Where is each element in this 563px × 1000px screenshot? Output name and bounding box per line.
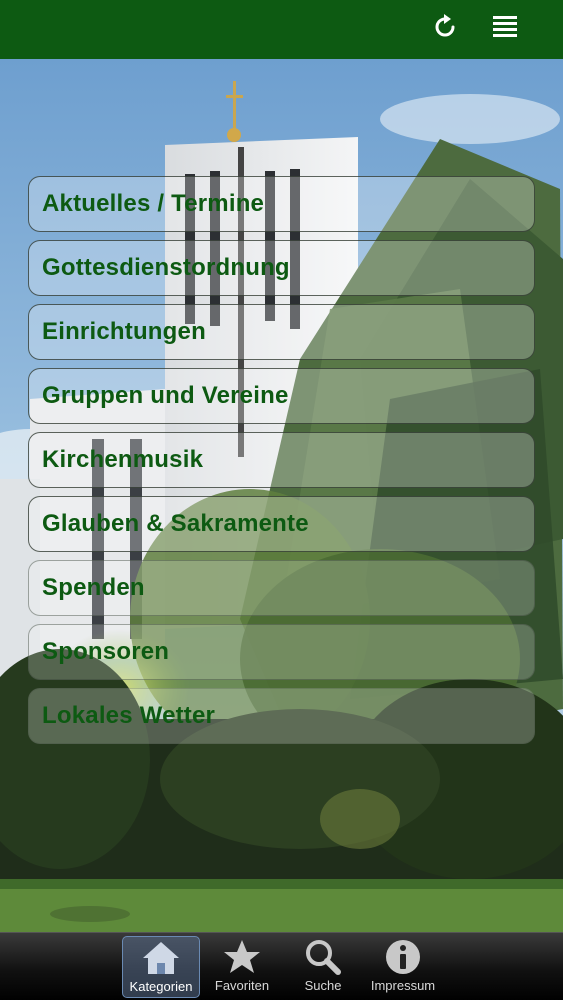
hamburger-menu-icon — [491, 14, 519, 45]
menu-item-glauben-sakramente[interactable]: Glauben & Sakramente — [28, 496, 535, 552]
menu-item-gruppen-und-vereine[interactable]: Gruppen und Vereine — [28, 368, 535, 424]
home-icon — [141, 937, 181, 979]
menu-item-label: Spenden — [42, 574, 145, 601]
tab-label: Impressum — [370, 978, 436, 993]
app-screen: Aktuelles / Termine Gottesdienstordnung … — [0, 0, 563, 1000]
bottom-tab-bar: Kategorien Favoriten Suche Impressum — [0, 932, 563, 1000]
menu-item-label: Lokales Wetter — [42, 702, 216, 729]
refresh-button[interactable] — [421, 0, 469, 59]
menu-item-einrichtungen[interactable]: Einrichtungen — [28, 304, 535, 360]
tab-impressum[interactable]: Impressum — [364, 936, 442, 998]
info-icon — [383, 936, 423, 978]
menu-item-label: Glauben & Sakramente — [42, 510, 309, 537]
menu-item-label: Einrichtungen — [42, 318, 206, 345]
tab-kategorien[interactable]: Kategorien — [122, 936, 200, 998]
star-icon — [222, 936, 262, 978]
category-menu-list: Aktuelles / Termine Gottesdienstordnung … — [28, 176, 535, 752]
refresh-icon — [431, 13, 459, 46]
menu-item-label: Aktuelles / Termine — [42, 190, 265, 217]
menu-item-label: Gottesdienstordnung — [42, 254, 290, 281]
tab-label: Kategorien — [129, 979, 193, 994]
tab-suche[interactable]: Suche — [284, 936, 362, 998]
menu-item-aktuelles-termine[interactable]: Aktuelles / Termine — [28, 176, 535, 232]
menu-item-label: Gruppen und Vereine — [42, 382, 289, 409]
menu-item-label: Sponsoren — [42, 638, 170, 665]
menu-item-gottesdienstordnung[interactable]: Gottesdienstordnung — [28, 240, 535, 296]
menu-item-label: Kirchenmusik — [42, 446, 204, 473]
tab-favoriten[interactable]: Favoriten — [203, 936, 281, 998]
menu-item-sponsoren[interactable]: Sponsoren — [28, 624, 535, 680]
menu-item-lokales-wetter[interactable]: Lokales Wetter — [28, 688, 535, 744]
search-icon — [303, 936, 343, 978]
tab-label: Favoriten — [214, 978, 270, 993]
menu-item-kirchenmusik[interactable]: Kirchenmusik — [28, 432, 535, 488]
menu-item-spenden[interactable]: Spenden — [28, 560, 535, 616]
menu-button[interactable] — [481, 0, 529, 59]
tab-label: Suche — [304, 978, 342, 993]
top-bar — [0, 0, 563, 59]
